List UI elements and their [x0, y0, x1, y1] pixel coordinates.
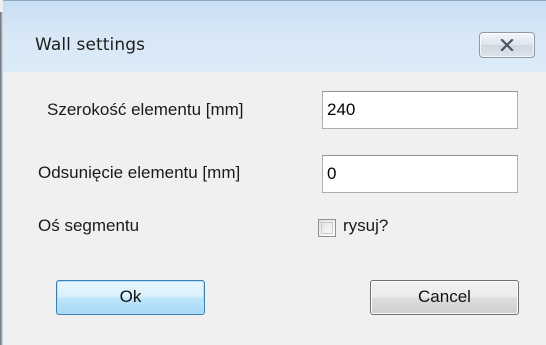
title-bar[interactable]: Wall settings	[3, 0, 546, 73]
close-icon	[480, 33, 534, 57]
axis-label: Oś segmentu	[38, 216, 140, 235]
draw-checkbox-label[interactable]: rysuj?	[343, 216, 388, 236]
offset-label: Odsunięcie elementu [mm]	[38, 163, 241, 182]
ok-button[interactable]: Ok	[56, 280, 205, 315]
offset-input[interactable]	[322, 155, 518, 193]
window-title: Wall settings	[35, 35, 146, 55]
draw-checkbox[interactable]	[318, 219, 336, 237]
wall-settings-dialog: Wall settings Szerokość elementu [mm] Od…	[0, 0, 546, 345]
cancel-button[interactable]: Cancel	[370, 280, 519, 315]
width-input[interactable]	[322, 91, 518, 129]
close-button[interactable]	[479, 32, 535, 58]
width-label: Szerokość elementu [mm]	[47, 100, 244, 119]
